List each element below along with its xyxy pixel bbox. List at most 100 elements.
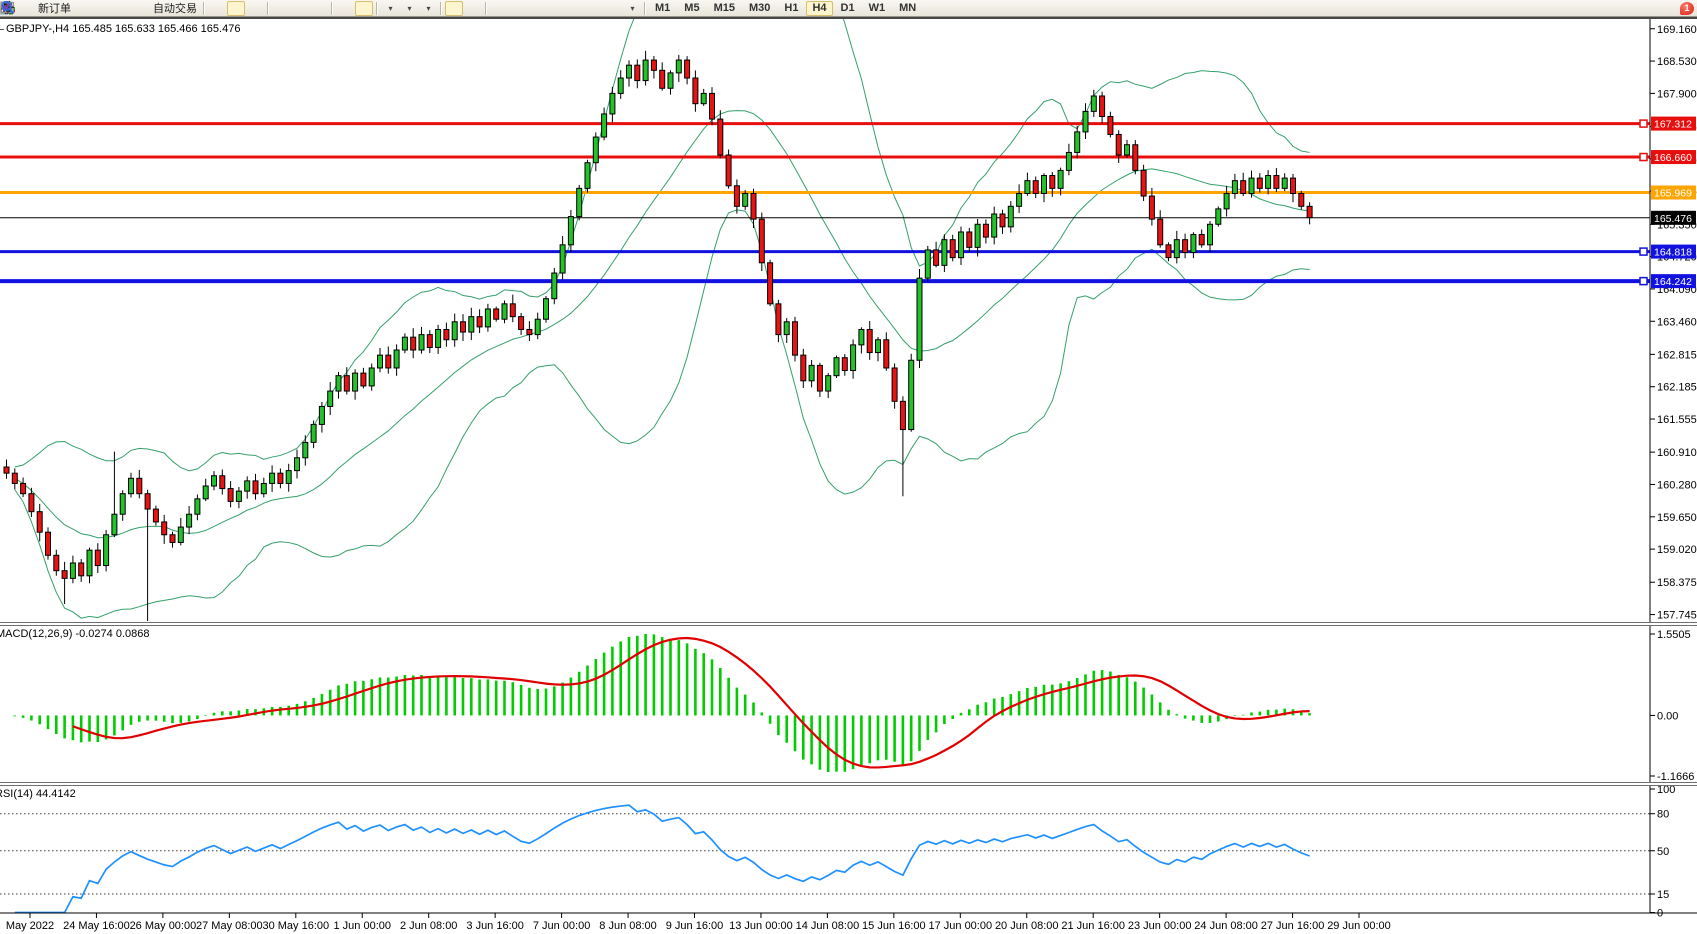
macd-indicator-label: MACD(12,26,9) -0.0274 0.0868 [0, 628, 149, 640]
timeframe-button-M1[interactable]: M1 [649, 1, 676, 16]
arrows-tool[interactable]: ▾ [623, 1, 641, 16]
market-watch-button[interactable] [75, 1, 93, 16]
svg-text:9 Jun 16:00: 9 Jun 16:00 [666, 920, 724, 932]
toolbar-separator [440, 2, 442, 15]
timeframe-group: M1 M5 M15 M30 H1 H4 D1 W1 MN [649, 1, 922, 16]
svg-text:165.476: 165.476 [1654, 213, 1692, 225]
svg-text:158.375: 158.375 [1657, 577, 1697, 589]
svg-text:165.969: 165.969 [1654, 188, 1692, 200]
new-order-button[interactable] [17, 1, 35, 16]
equidistant-channel-tool[interactable]: E [547, 1, 565, 16]
indicators-button[interactable]: ▾ [381, 1, 399, 16]
trendline-tool[interactable] [528, 1, 546, 16]
svg-text:29 Jun 00:00: 29 Jun 00:00 [1327, 920, 1391, 932]
svg-text:15 Jun 16:00: 15 Jun 16:00 [862, 920, 926, 932]
svg-text:161.555: 161.555 [1657, 414, 1697, 426]
timeframe-button-D1[interactable]: D1 [835, 1, 861, 16]
dropdown-caret: ▾ [426, 4, 430, 13]
fibonacci-tool[interactable]: F [566, 1, 584, 16]
timeframe-button-MN[interactable]: MN [893, 1, 922, 16]
timeframe-label: M15 [710, 2, 739, 14]
toolbar-separator [203, 2, 205, 15]
timeframe-button-M5[interactable]: M5 [678, 1, 705, 16]
svg-text:24 May 16:00: 24 May 16:00 [63, 920, 130, 932]
main-toolbar: 新订单 自动交易 [0, 0, 1697, 17]
svg-text:167.312: 167.312 [1654, 119, 1692, 131]
timeframe-label: MN [895, 2, 920, 14]
svg-text:14 Jun 08:00: 14 Jun 08:00 [796, 920, 860, 932]
symbol-ohlc-line: GBPJPY-,H4 165.485 165.633 165.466 165.4… [6, 23, 240, 35]
timeframe-label: M30 [745, 2, 774, 14]
signal-button[interactable] [113, 1, 131, 16]
price-axis-badge: 165.476 [1651, 211, 1696, 225]
svg-text:2 Jun 08:00: 2 Jun 08:00 [400, 920, 458, 932]
svg-text:162.815: 162.815 [1657, 349, 1697, 361]
toolbar-separator [267, 2, 269, 15]
zoom-in-button[interactable] [272, 1, 290, 16]
svg-text:1.5505: 1.5505 [1657, 629, 1691, 641]
svg-text:21 Jun 16:00: 21 Jun 16:00 [1061, 920, 1125, 932]
horizontal-line-tool[interactable] [509, 1, 527, 16]
bar-chart-button[interactable] [208, 1, 226, 16]
autotrading-label[interactable]: 自动交易 [151, 0, 200, 16]
toolbar-separator [644, 2, 646, 15]
svg-text:80: 80 [1657, 809, 1669, 821]
svg-text:24 Jun 08:00: 24 Jun 08:00 [1194, 920, 1258, 932]
terminal-button[interactable] [94, 1, 112, 16]
timeframe-label: W1 [865, 2, 890, 14]
toolbar-right-cluster: 1 [1680, 2, 1697, 15]
timeframe-button-H1[interactable]: H1 [778, 1, 804, 16]
candlestick-chart-button[interactable] [227, 1, 245, 16]
svg-text:30 May 16:00: 30 May 16:00 [262, 920, 329, 932]
svg-text:17 Jun 00:00: 17 Jun 00:00 [928, 920, 992, 932]
timeframe-label: H1 [780, 2, 802, 14]
svg-text:20 Jun 08:00: 20 Jun 08:00 [995, 920, 1059, 932]
new-order-label[interactable]: 新订单 [36, 0, 74, 16]
timeframe-label: H4 [808, 2, 830, 14]
svg-text:0.00: 0.00 [1657, 710, 1678, 722]
periods-button[interactable]: ▾ [400, 1, 418, 16]
svg-text:23 Jun 00:00: 23 Jun 00:00 [1128, 920, 1192, 932]
autotrading-button[interactable] [132, 1, 150, 16]
svg-text:157.745: 157.745 [1657, 610, 1697, 622]
svg-text:26 May 00:00: 26 May 00:00 [130, 920, 197, 932]
svg-text:27 Jun 16:00: 27 Jun 16:00 [1261, 920, 1325, 932]
cursor-tool-button[interactable] [445, 1, 463, 16]
svg-text:1 Jun 00:00: 1 Jun 00:00 [334, 920, 392, 932]
price-axis-badge: 167.312 [1651, 117, 1696, 131]
vertical-line-tool[interactable] [490, 1, 508, 16]
text-tool[interactable]: A [585, 1, 603, 16]
timeframe-button-H4[interactable]: H4 [806, 1, 832, 16]
text-label-tool[interactable]: T [604, 1, 622, 16]
chart-shift-button[interactable] [355, 1, 373, 16]
price-axis-badge: 164.818 [1651, 245, 1696, 259]
timeframe-button-W1[interactable]: W1 [863, 1, 892, 16]
svg-text:160.280: 160.280 [1657, 479, 1697, 491]
notification-badge[interactable]: 1 [1680, 2, 1694, 15]
chart-canvas[interactable]: 169.160168.530167.900167.255166.625165.9… [0, 0, 1697, 934]
timeframe-label: D1 [837, 2, 859, 14]
toolbar-separator [331, 2, 333, 15]
timeframe-label: M5 [680, 2, 703, 14]
svg-text:159.650: 159.650 [1657, 512, 1697, 524]
timeframe-button-M30[interactable]: M30 [743, 1, 776, 16]
timeframe-label: M1 [651, 2, 674, 14]
auto-scroll-button[interactable] [336, 1, 354, 16]
svg-text:159.020: 159.020 [1657, 544, 1697, 556]
timeframe-button-M15[interactable]: M15 [708, 1, 741, 16]
line-chart-button[interactable] [246, 1, 264, 16]
svg-text:169.160: 169.160 [1657, 24, 1697, 36]
window-divider [0, 17, 1697, 19]
templates-button[interactable]: ▾ [419, 1, 437, 16]
svg-text:15: 15 [1657, 889, 1669, 901]
crosshair-tool-button[interactable] [464, 1, 482, 16]
svg-text:27 May 08:00: 27 May 08:00 [196, 920, 263, 932]
svg-text:7 Jun 00:00: 7 Jun 00:00 [533, 920, 591, 932]
chart-surface[interactable] [0, 19, 1650, 913]
price-axis-badge: 166.660 [1651, 150, 1696, 164]
svg-text:-1.1666: -1.1666 [1657, 771, 1694, 783]
svg-text:3 Jun 16:00: 3 Jun 16:00 [466, 920, 524, 932]
search-icon[interactable] [0, 0, 16, 15]
zoom-out-button[interactable] [291, 1, 309, 16]
tile-windows-button[interactable] [310, 1, 328, 16]
